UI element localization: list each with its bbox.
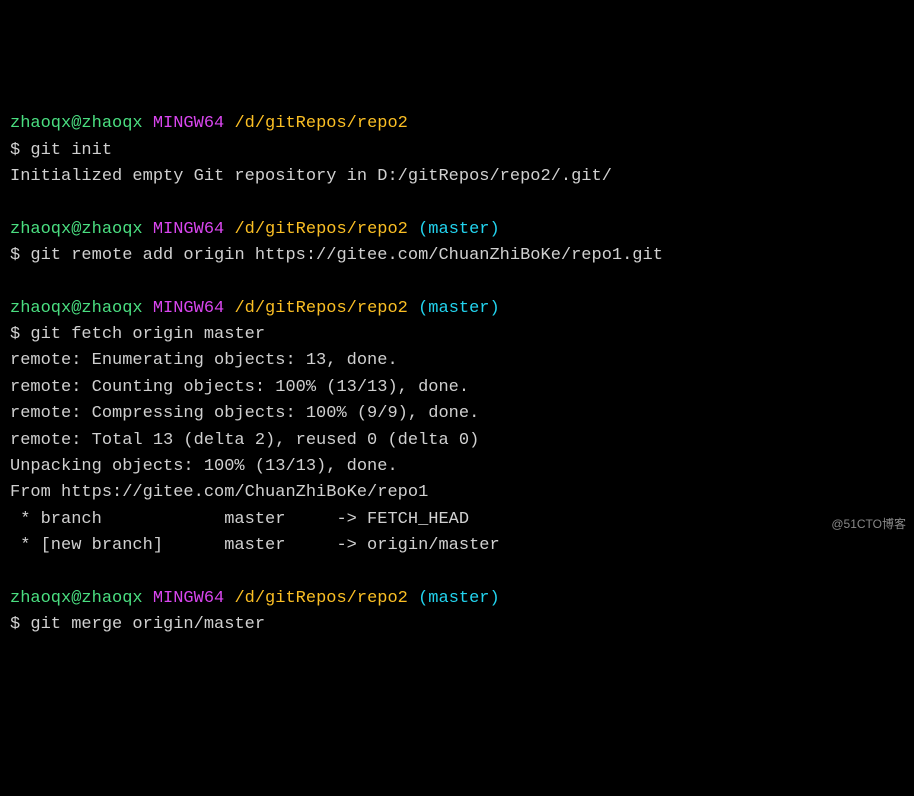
watermark-text: @51CTO博客 — [831, 515, 906, 534]
prompt-dollar: $ — [10, 141, 30, 160]
prompt-branch: (master) — [418, 220, 500, 239]
output-line: remote: Compressing objects: 100% (9/9),… — [10, 401, 904, 427]
prompt-branch: (master) — [418, 299, 500, 318]
prompt-user: zhaoqx@zhaoqx — [10, 114, 143, 133]
prompt-dollar: $ — [10, 246, 30, 265]
output-line: * [new branch] master -> origin/master — [10, 533, 904, 559]
output-line: Initialized empty Git repository in D:/g… — [10, 164, 904, 190]
command-line[interactable]: $ git init — [10, 138, 904, 164]
prompt-branch: (master) — [418, 589, 500, 608]
prompt-line: zhaoqx@zhaoqx MINGW64 /d/gitRepos/repo2 … — [10, 217, 904, 243]
prompt-system: MINGW64 — [153, 589, 224, 608]
blank-line — [10, 269, 904, 295]
prompt-line: zhaoqx@zhaoqx MINGW64 /d/gitRepos/repo2 … — [10, 296, 904, 322]
output-line: remote: Total 13 (delta 2), reused 0 (de… — [10, 428, 904, 454]
prompt-user: zhaoqx@zhaoqx — [10, 299, 143, 318]
prompt-dollar: $ — [10, 615, 30, 634]
prompt-user: zhaoqx@zhaoqx — [10, 220, 143, 239]
command-line[interactable]: $ git fetch origin master — [10, 322, 904, 348]
terminal-output: zhaoqx@zhaoqx MINGW64 /d/gitRepos/repo2$… — [10, 111, 904, 638]
prompt-path: /d/gitRepos/repo2 — [234, 114, 407, 133]
output-line: remote: Enumerating objects: 13, done. — [10, 348, 904, 374]
prompt-dollar: $ — [10, 325, 30, 344]
command-text: git remote add origin https://gitee.com/… — [30, 246, 663, 265]
command-text: git init — [30, 141, 112, 160]
prompt-system: MINGW64 — [153, 220, 224, 239]
output-line: remote: Counting objects: 100% (13/13), … — [10, 375, 904, 401]
prompt-line: zhaoqx@zhaoqx MINGW64 /d/gitRepos/repo2 — [10, 111, 904, 137]
prompt-path: /d/gitRepos/repo2 — [234, 589, 407, 608]
command-text: git merge origin/master — [30, 615, 265, 634]
prompt-path: /d/gitRepos/repo2 — [234, 220, 407, 239]
blank-line — [10, 190, 904, 216]
output-line: * branch master -> FETCH_HEAD — [10, 507, 904, 533]
command-line[interactable]: $ git merge origin/master — [10, 612, 904, 638]
prompt-system: MINGW64 — [153, 299, 224, 318]
prompt-line: zhaoqx@zhaoqx MINGW64 /d/gitRepos/repo2 … — [10, 586, 904, 612]
prompt-user: zhaoqx@zhaoqx — [10, 589, 143, 608]
prompt-path: /d/gitRepos/repo2 — [234, 299, 407, 318]
command-text: git fetch origin master — [30, 325, 265, 344]
output-line: Unpacking objects: 100% (13/13), done. — [10, 454, 904, 480]
prompt-system: MINGW64 — [153, 114, 224, 133]
command-line[interactable]: $ git remote add origin https://gitee.co… — [10, 243, 904, 269]
blank-line — [10, 559, 904, 585]
output-line: From https://gitee.com/ChuanZhiBoKe/repo… — [10, 480, 904, 506]
